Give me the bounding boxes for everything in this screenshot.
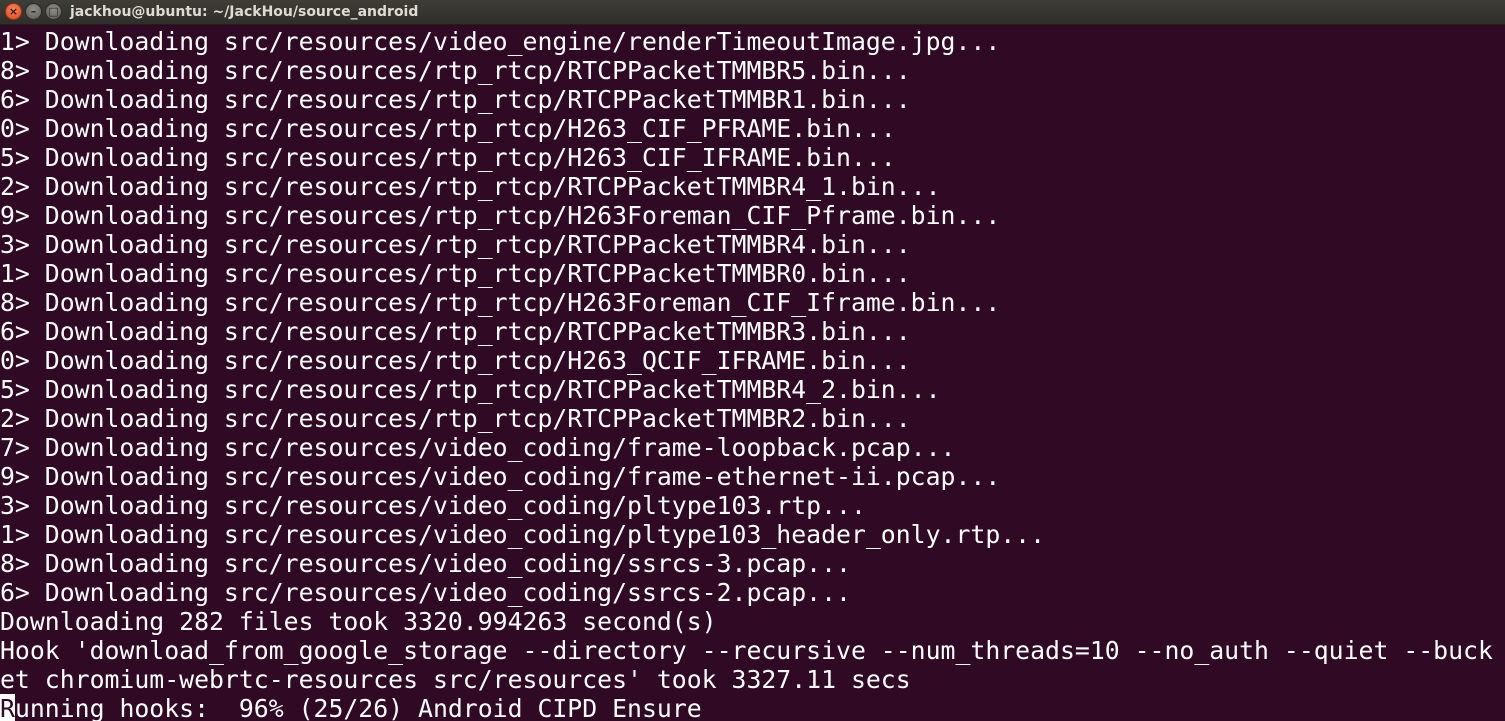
terminal-line: 8> Downloading src/resources/rtp_rtcp/RT… [0, 56, 911, 85]
terminal-line: 5> Downloading src/resources/rtp_rtcp/RT… [0, 375, 941, 404]
terminal-line: 9> Downloading src/resources/rtp_rtcp/H2… [0, 201, 1001, 230]
terminal-output[interactable]: 1> Downloading src/resources/video_engin… [0, 27, 1505, 721]
terminal-line: et chromium-webrtc-resources src/resourc… [0, 665, 911, 694]
terminal-line: 5> Downloading src/resources/rtp_rtcp/H2… [0, 143, 896, 172]
title-bar[interactable]: × – □ jackhou@ubuntu: ~/JackHou/source_a… [0, 0, 1505, 25]
maximize-icon[interactable]: □ [45, 3, 62, 20]
terminal-line: 2> Downloading src/resources/rtp_rtcp/RT… [0, 404, 911, 433]
terminal-line: 8> Downloading src/resources/rtp_rtcp/H2… [0, 288, 1001, 317]
terminal-line: 8> Downloading src/resources/video_codin… [0, 549, 851, 578]
terminal-window: × – □ jackhou@ubuntu: ~/JackHou/source_a… [0, 0, 1505, 721]
close-icon[interactable]: × [5, 3, 22, 20]
terminal-line: 2> Downloading src/resources/rtp_rtcp/RT… [0, 172, 941, 201]
terminal-line: 3> Downloading src/resources/rtp_rtcp/RT… [0, 230, 911, 259]
terminal-line: 3> Downloading src/resources/video_codin… [0, 491, 866, 520]
terminal-line: Downloading 282 files took 3320.994263 s… [0, 607, 717, 636]
terminal-line: 6> Downloading src/resources/video_codin… [0, 578, 851, 607]
terminal-line: 1> Downloading src/resources/rtp_rtcp/RT… [0, 259, 911, 288]
terminal-line: 7> Downloading src/resources/video_codin… [0, 433, 956, 462]
terminal-line: 1> Downloading src/resources/video_codin… [0, 520, 1046, 549]
hook-progress-text: unning hooks: 96% (25/26) Android CIPD E… [14, 694, 702, 721]
terminal-line: Hook 'download_from_google_storage --dir… [0, 636, 1493, 665]
terminal-line: 0> Downloading src/resources/rtp_rtcp/H2… [0, 346, 911, 375]
terminal-line: 6> Downloading src/resources/rtp_rtcp/RT… [0, 85, 911, 114]
terminal-line: 6> Downloading src/resources/rtp_rtcp/RT… [0, 317, 911, 346]
window-title: jackhou@ubuntu: ~/JackHou/source_android [70, 4, 419, 20]
terminal-line: 9> Downloading src/resources/video_codin… [0, 462, 1001, 491]
terminal-line: 0> Downloading src/resources/rtp_rtcp/H2… [0, 114, 896, 143]
terminal-line: 1> Downloading src/resources/video_engin… [0, 27, 1001, 56]
minimize-icon[interactable]: – [25, 3, 42, 20]
window-controls: × – □ [5, 3, 62, 20]
terminal-prompt-line: Running hooks: 96% (25/26) Android CIPD … [0, 694, 1505, 721]
text-cursor: R [0, 694, 15, 721]
